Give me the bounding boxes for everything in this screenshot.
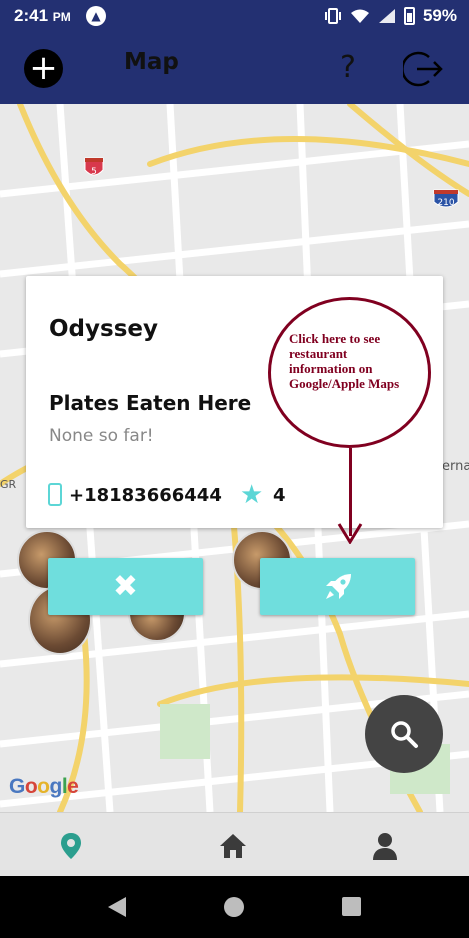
star-icon: ★ xyxy=(240,480,264,510)
restaurant-phone[interactable]: +18183666444 xyxy=(69,485,222,506)
app-header: + Map ? xyxy=(0,32,469,104)
google-logo: Google xyxy=(9,775,79,798)
restaurant-rating: 4 xyxy=(273,485,286,506)
page-title: Map xyxy=(124,49,179,75)
status-time: 2:41 PM xyxy=(14,6,71,25)
map-place-label: erna xyxy=(442,459,469,474)
home-nav-icon[interactable] xyxy=(224,897,244,917)
x-icon: ✖ xyxy=(112,569,139,604)
back-icon[interactable] xyxy=(106,895,128,919)
plus-circle-icon: + xyxy=(29,48,58,88)
bottom-tab-bar xyxy=(0,812,469,876)
system-navigation-bar xyxy=(0,876,469,938)
plates-heading: Plates Eaten Here xyxy=(49,391,252,415)
logout-icon[interactable] xyxy=(403,49,443,89)
rocket-icon xyxy=(325,573,351,599)
tab-profile[interactable] xyxy=(370,831,400,861)
search-button[interactable] xyxy=(365,695,443,773)
map-place-label-left: GR xyxy=(0,478,17,491)
search-icon xyxy=(391,721,418,748)
location-pin-icon xyxy=(61,833,81,859)
phone-icon xyxy=(48,483,62,506)
tab-map[interactable] xyxy=(56,831,86,861)
battery-percent: 59% xyxy=(422,6,457,25)
plates-empty-text: None so far! xyxy=(49,426,154,446)
add-button[interactable]: + xyxy=(24,49,63,88)
wifi-icon xyxy=(350,9,369,23)
annotation-arrow-head xyxy=(337,523,363,544)
status-right: 59% xyxy=(324,6,457,26)
status-bar: 2:41 PM ▲ 59% xyxy=(0,0,469,32)
annotation-text: Click here to see restaurant information… xyxy=(289,331,400,391)
close-button[interactable]: ✖ xyxy=(48,558,203,615)
vibrate-icon xyxy=(324,8,341,24)
restaurant-name: Odyssey xyxy=(49,316,158,342)
shield-5-label: 5 xyxy=(91,167,97,177)
shield-210-label: 210 xyxy=(437,198,454,208)
tab-home[interactable] xyxy=(218,831,248,861)
recents-icon[interactable] xyxy=(342,897,361,916)
help-button[interactable]: ? xyxy=(340,50,356,85)
user-icon xyxy=(373,833,397,860)
signal-icon xyxy=(378,9,395,23)
battery-icon xyxy=(403,7,415,25)
navigation-status-icon: ▲ xyxy=(86,6,106,26)
home-icon xyxy=(220,834,246,858)
open-in-maps-button[interactable] xyxy=(260,558,415,615)
